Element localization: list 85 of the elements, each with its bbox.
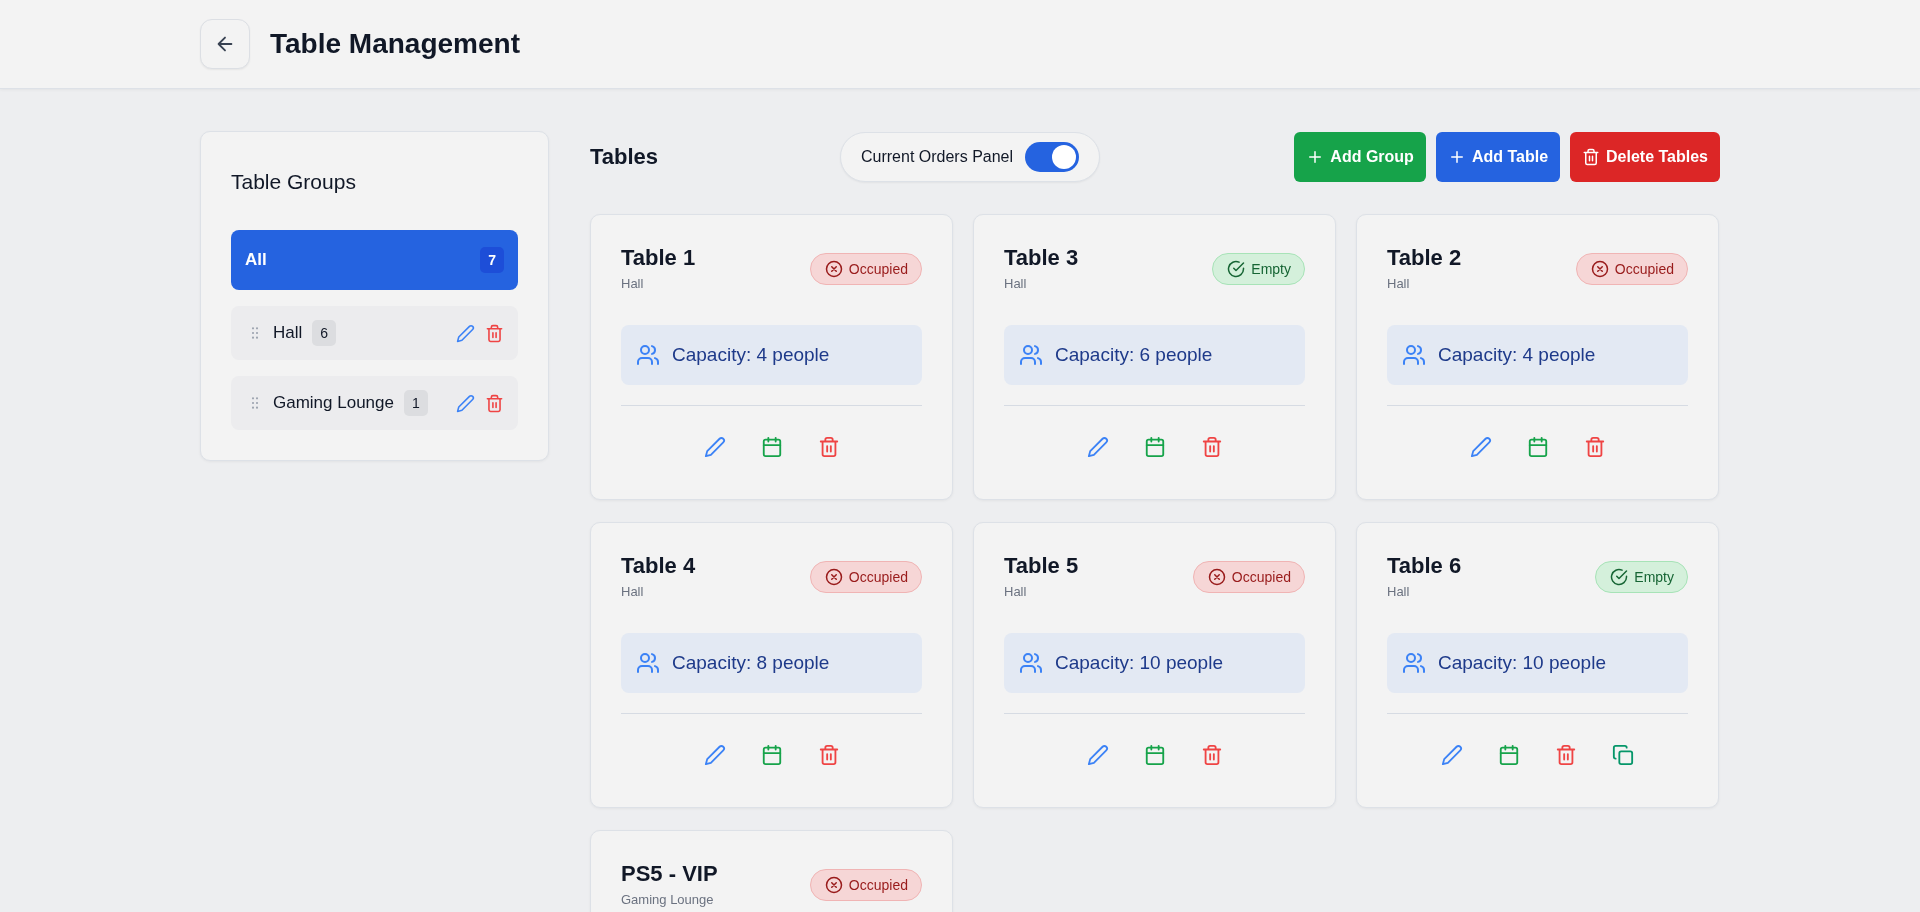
edit-icon[interactable] bbox=[703, 744, 726, 766]
calendar-icon[interactable] bbox=[760, 436, 783, 458]
capacity-info: Capacity: 4 people bbox=[621, 325, 922, 385]
table-card[interactable]: Table 3 Hall Empty Capacity: 6 people bbox=[973, 214, 1336, 500]
delete-icon[interactable] bbox=[1583, 436, 1606, 458]
edit-icon[interactable] bbox=[1469, 436, 1492, 458]
x-circle-icon bbox=[1207, 568, 1226, 586]
page-title: Table Management bbox=[270, 28, 520, 60]
table-card[interactable]: Table 1 Hall Occupied Capacity: 4 people bbox=[590, 214, 953, 500]
status-badge: Empty bbox=[1595, 561, 1688, 593]
group-name: Hall bbox=[621, 584, 645, 599]
users-icon bbox=[636, 343, 660, 367]
orders-panel-toggle[interactable]: Current Orders Panel bbox=[840, 132, 1101, 182]
status-badge: Occupied bbox=[809, 561, 922, 593]
delete-icon[interactable] bbox=[817, 744, 840, 766]
copy-icon[interactable] bbox=[1612, 744, 1634, 766]
edit-icon[interactable] bbox=[703, 436, 726, 458]
table-card[interactable]: PS5 - VIP Gaming Lounge Occupied bbox=[590, 830, 953, 912]
count-badge: 6 bbox=[312, 320, 337, 346]
back-button[interactable] bbox=[200, 19, 250, 69]
check-circle-icon bbox=[1610, 568, 1629, 586]
table-name: Table 1 bbox=[621, 245, 696, 270]
group-item[interactable]: Hall 6 bbox=[231, 306, 518, 360]
group-item[interactable]: Gaming Lounge 1 bbox=[231, 376, 518, 430]
x-circle-icon bbox=[1590, 260, 1609, 278]
table-card[interactable]: Table 4 Hall Occupied Capacity: 8 people bbox=[590, 522, 953, 808]
check-circle-icon bbox=[1227, 260, 1246, 278]
calendar-icon[interactable] bbox=[1143, 436, 1166, 458]
table-name: Table 5 bbox=[1004, 553, 1079, 578]
toggle-switch[interactable] bbox=[1025, 142, 1080, 172]
delete-icon[interactable] bbox=[1200, 744, 1223, 766]
delete-icon[interactable] bbox=[1555, 744, 1577, 766]
users-icon bbox=[636, 651, 660, 675]
capacity-info: Capacity: 8 people bbox=[621, 633, 922, 693]
group-name: Hall bbox=[1387, 584, 1411, 599]
table-card[interactable]: Table 6 Hall Empty Capacity: 10 people bbox=[1356, 522, 1719, 808]
edit-icon bbox=[456, 393, 475, 413]
count-badge: 1 bbox=[404, 390, 428, 416]
table-name: Table 2 bbox=[1387, 245, 1462, 270]
capacity-info: Capacity: 10 people bbox=[1004, 633, 1305, 693]
trash-icon bbox=[1582, 148, 1601, 166]
group-name: Hall bbox=[1387, 276, 1411, 291]
edit-icon[interactable] bbox=[1086, 436, 1109, 458]
delete-button[interactable]: Delete Tables bbox=[1570, 132, 1720, 182]
group-name: Gaming Lounge bbox=[621, 892, 715, 907]
users-icon bbox=[1019, 651, 1043, 675]
section-title: Tables bbox=[590, 144, 660, 170]
table-card[interactable]: Table 5 Hall Occupied Capacity: 10 people bbox=[973, 522, 1336, 808]
users-icon bbox=[1402, 343, 1426, 367]
table-name: Table 6 bbox=[1387, 553, 1462, 578]
calendar-icon[interactable] bbox=[760, 744, 783, 766]
edit-icon bbox=[456, 323, 475, 343]
group-name: Hall bbox=[1004, 584, 1028, 599]
group-item[interactable]: All 7 bbox=[231, 230, 518, 290]
group-name: Hall bbox=[621, 276, 645, 291]
delete-icon bbox=[485, 323, 504, 343]
status-badge: Occupied bbox=[809, 253, 922, 285]
x-circle-icon bbox=[824, 260, 843, 278]
delete-icon bbox=[485, 393, 504, 413]
edit-icon[interactable] bbox=[1086, 744, 1109, 766]
table-name: Table 4 bbox=[621, 553, 696, 578]
table-card[interactable]: Table 2 Hall Occupied Capacity: 4 people bbox=[1356, 214, 1719, 500]
sidebar-title: Table Groups bbox=[231, 169, 357, 194]
status-badge: Occupied bbox=[809, 869, 922, 901]
table-name: Table 3 bbox=[1004, 245, 1079, 270]
status-badge: Occupied bbox=[1192, 561, 1305, 593]
add-table-button[interactable]: Add Table bbox=[1435, 132, 1561, 182]
calendar-icon[interactable] bbox=[1143, 744, 1166, 766]
capacity-info: Capacity: 6 people bbox=[1004, 325, 1305, 385]
table-name: PS5 - VIP bbox=[621, 861, 718, 886]
group-name: Hall bbox=[1004, 276, 1028, 291]
status-badge: Occupied bbox=[1575, 253, 1688, 285]
x-circle-icon bbox=[824, 568, 843, 586]
edit-icon[interactable] bbox=[1441, 744, 1463, 766]
calendar-icon[interactable] bbox=[1498, 744, 1520, 766]
calendar-icon[interactable] bbox=[1526, 436, 1549, 458]
status-badge: Empty bbox=[1212, 253, 1305, 285]
users-icon bbox=[1402, 651, 1426, 675]
capacity-info: Capacity: 10 people bbox=[1387, 633, 1688, 693]
delete-icon[interactable] bbox=[1200, 436, 1223, 458]
delete-icon[interactable] bbox=[817, 436, 840, 458]
count-badge: 7 bbox=[480, 247, 504, 273]
users-icon bbox=[1019, 343, 1043, 367]
x-circle-icon bbox=[824, 876, 843, 894]
capacity-info: Capacity: 4 people bbox=[1387, 325, 1688, 385]
